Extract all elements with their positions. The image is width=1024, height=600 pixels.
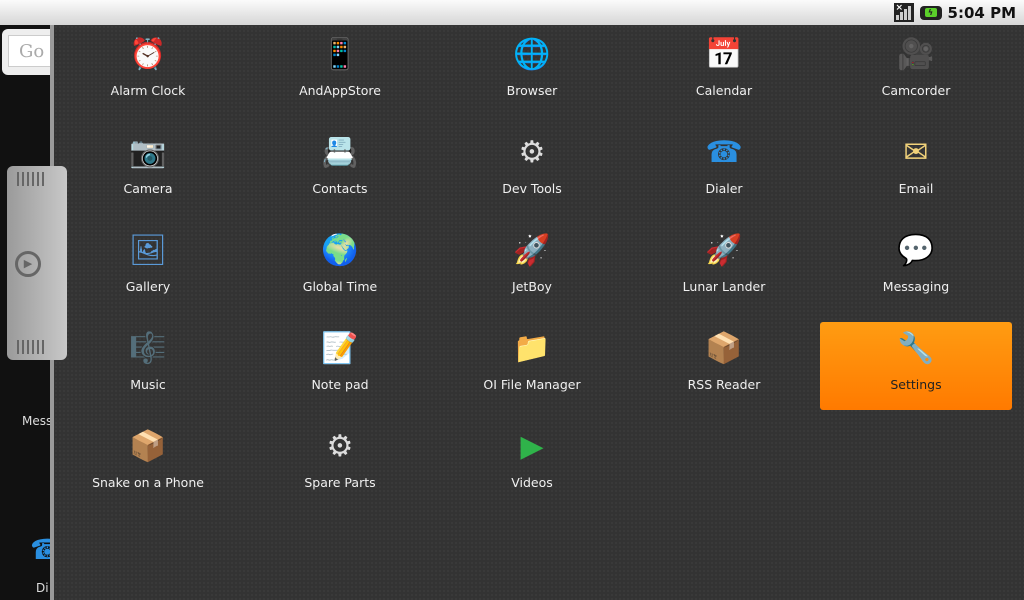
app-gallery[interactable]: 🖼 Gallery [52,224,244,312]
dev-tools-icon: ⚙ [518,135,546,170]
global-time-icon: 🌍 [321,233,359,268]
app-email[interactable]: ✉ Email [820,126,1012,214]
app-label: Settings [890,377,942,392]
camcorder-icon: 🎥 [897,37,935,72]
app-label: Camera [123,181,173,196]
app-camcorder[interactable]: 🎥 Camcorder [820,28,1012,116]
play-icon: ▶ [15,251,41,277]
app-jetboy[interactable]: 🚀 JetBoy [436,224,628,312]
drawer-handle[interactable]: ▶ [7,166,67,360]
messaging-icon: 💬 [897,233,935,268]
app-label: RSS Reader [687,377,761,392]
home-shortcut-dialer-label[interactable]: Di [36,581,49,595]
app-dev-tools[interactable]: ⚙ Dev Tools [436,126,628,214]
app-browser[interactable]: 🌐 Browser [436,28,628,116]
dialer-icon: ☎ [705,135,743,170]
app-lunar-lander[interactable]: 🚀 Lunar Lander [628,224,820,312]
gallery-icon: 🖼 [128,233,168,268]
app-label: OI File Manager [483,377,581,392]
app-label: Calendar [695,83,753,98]
app-alarm-clock[interactable]: ⏰ Alarm Clock [52,28,244,116]
app-label: Snake on a Phone [92,475,204,490]
app-calendar[interactable]: 📅 Calendar [628,28,820,116]
grip-icon [17,172,45,186]
app-label: Global Time [302,279,378,294]
home-shortcut-messaging-label[interactable]: Mess [22,414,52,428]
app-label: AndAppStore [299,83,381,98]
settings-icon: 🔧 [897,331,935,366]
andappstore-icon: 📱 [321,37,359,72]
app-label: Music [130,377,166,392]
alarm-clock-icon: ⏰ [129,37,167,72]
app-music[interactable]: 🎼 Music [52,322,244,410]
app-label: Dev Tools [502,181,562,196]
app-drawer: ⏰ Alarm Clock 📱 AndAppStore 🌐 Browser 📅 Calenda… [50,25,1024,600]
oi-file-manager-icon: 📁 [513,331,551,366]
snake-on-a-phone-icon: 📦 [129,429,167,464]
app-videos[interactable]: ▶ Videos [436,420,628,508]
app-snake-on-a-phone[interactable]: 📦 Snake on a Phone [52,420,244,508]
app-messaging[interactable]: 💬 Messaging [820,224,1012,312]
music-icon: 🎼 [129,331,167,366]
camera-icon: 📷 [129,135,167,170]
contacts-icon: 📇 [321,135,359,170]
app-label: Messaging [882,279,950,294]
rss-reader-icon: 📦 [705,331,743,366]
search-widget-text: Go [8,35,52,67]
app-global-time[interactable]: 🌍 Global Time [244,224,436,312]
app-label: Gallery [125,279,171,294]
email-icon: ✉ [903,135,929,170]
app-note-pad[interactable]: 📝 Note pad [244,322,436,410]
status-bar: × ϟ 5:04 PM [0,0,1024,25]
app-label: Note pad [311,377,369,392]
app-label: Spare Parts [304,475,376,490]
dialer-icon[interactable]: ☎ [30,533,52,566]
app-andappstore[interactable]: 📱 AndAppStore [244,28,436,116]
app-camera[interactable]: 📷 Camera [52,126,244,214]
app-label: JetBoy [512,279,552,294]
app-label: Contacts [312,181,368,196]
app-label: Email [898,181,934,196]
app-label: Dialer [705,181,743,196]
app-dialer[interactable]: ☎ Dialer [628,126,820,214]
app-label: Alarm Clock [110,83,186,98]
browser-icon: 🌐 [513,37,551,72]
clock: 5:04 PM [947,3,1016,22]
signal-icon: × [893,3,914,22]
calendar-icon: 📅 [705,37,743,72]
app-label: Browser [506,83,558,98]
app-oi-file-manager[interactable]: 📁 OI File Manager [436,322,628,410]
lunar-lander-icon: 🚀 [705,233,743,268]
app-settings[interactable]: 🔧 Settings [820,322,1012,410]
app-label: Videos [511,475,553,490]
app-contacts[interactable]: 📇 Contacts [244,126,436,214]
app-label: Lunar Lander [682,279,766,294]
battery-charging-icon: ϟ [919,5,942,20]
app-spare-parts[interactable]: ⚙ Spare Parts [244,420,436,508]
app-rss-reader[interactable]: 📦 RSS Reader [628,322,820,410]
grip-icon [17,340,45,354]
spare-parts-icon: ⚙ [326,429,354,464]
google-search-widget[interactable]: Go [2,29,52,75]
note-pad-icon: 📝 [321,331,359,366]
app-label: Camcorder [881,83,951,98]
jetboy-icon: 🚀 [513,233,551,268]
videos-icon: ▶ [520,429,544,464]
